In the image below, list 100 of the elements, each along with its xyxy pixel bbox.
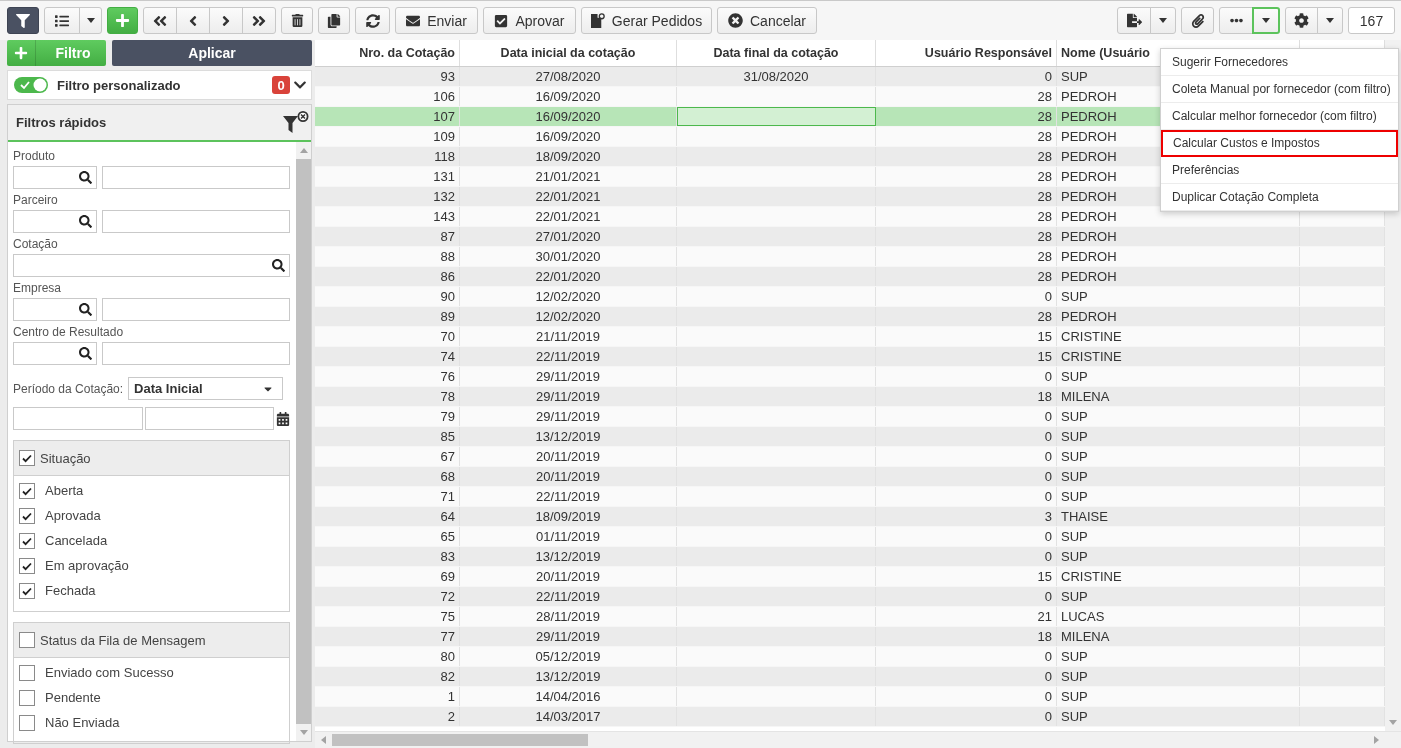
menu-item[interactable]: Calcular Custos e Impostos — [1161, 130, 1398, 157]
column-header[interactable]: Data final da cotação — [677, 40, 876, 66]
table-row[interactable]: 72 22/11/2019 0 SUP — [315, 587, 1385, 607]
focused-cell[interactable] — [677, 107, 876, 126]
toolbar-button[interactable]: Cancelar — [717, 7, 817, 34]
menu-item[interactable]: Preferências — [1161, 157, 1398, 184]
column-header[interactable]: Nro. da Cotação — [315, 40, 460, 66]
table-row[interactable]: 69 20/11/2019 15 CRISTINE — [315, 567, 1385, 587]
input-field[interactable] — [102, 210, 290, 233]
date-field[interactable] — [13, 407, 143, 430]
export-button[interactable] — [1117, 7, 1151, 34]
table-row[interactable]: 77 29/11/2019 18 MILENA — [315, 627, 1385, 647]
date-field[interactable] — [145, 407, 274, 430]
checkbox[interactable] — [19, 450, 35, 466]
search-icon[interactable] — [272, 259, 285, 272]
search-icon[interactable] — [79, 171, 92, 184]
lookup-field[interactable] — [13, 210, 97, 233]
table-row[interactable]: 74 22/11/2019 15 CRISTINE — [315, 347, 1385, 367]
table-row[interactable]: 90 12/02/2020 0 SUP — [315, 287, 1385, 307]
table-row[interactable]: 88 30/01/2020 28 PEDROH — [315, 247, 1385, 267]
checkbox[interactable] — [19, 507, 35, 524]
table-row[interactable]: 80 05/12/2019 0 SUP — [315, 647, 1385, 667]
search-icon[interactable] — [79, 347, 92, 360]
table-cell: 107 — [315, 107, 460, 126]
table-cell: 01/11/2019 — [460, 527, 677, 546]
table-row[interactable]: 68 20/11/2019 0 SUP — [315, 467, 1385, 487]
checkbox[interactable] — [19, 482, 35, 499]
table-row[interactable]: 83 13/12/2019 0 SUP — [315, 547, 1385, 567]
table-cell: 13/12/2019 — [460, 427, 677, 446]
delete-button[interactable] — [281, 7, 313, 34]
table-row[interactable]: 82 13/12/2019 0 SUP — [315, 667, 1385, 687]
table-cell: 29/11/2019 — [460, 627, 677, 646]
checkbox[interactable] — [19, 714, 35, 731]
calendar-icon[interactable] — [276, 411, 290, 426]
settings-button[interactable] — [1285, 7, 1318, 34]
menu-item[interactable]: Duplicar Cotação Completa — [1161, 184, 1398, 211]
table-cell: 80 — [315, 647, 460, 666]
filter-toggle-button[interactable] — [7, 7, 39, 34]
table-row[interactable]: 86 22/01/2020 28 PEDROH — [315, 267, 1385, 287]
input-field[interactable] — [102, 342, 290, 365]
previous-button[interactable] — [176, 7, 210, 34]
table-row[interactable]: 78 29/11/2019 18 MILENA — [315, 387, 1385, 407]
refresh-button[interactable] — [355, 7, 390, 34]
column-header[interactable]: Usuário Responsável — [876, 40, 1057, 66]
apply-button[interactable]: Aplicar — [112, 40, 312, 66]
input-field[interactable] — [102, 166, 290, 189]
horizontal-scrollbar[interactable] — [315, 731, 1401, 748]
checkbox[interactable] — [19, 582, 35, 599]
menu-item[interactable]: Coleta Manual por fornecedor (com filtro) — [1161, 76, 1398, 103]
checkbox[interactable] — [19, 532, 35, 549]
lookup-field[interactable] — [13, 298, 97, 321]
menu-item[interactable]: Sugerir Fornecedores — [1161, 49, 1398, 76]
search-icon[interactable] — [79, 303, 92, 316]
checkbox[interactable] — [19, 632, 35, 648]
table-row[interactable]: 71 22/11/2019 0 SUP — [315, 487, 1385, 507]
add-button[interactable] — [107, 7, 138, 34]
table-row[interactable]: 85 13/12/2019 0 SUP — [315, 427, 1385, 447]
last-page-button[interactable] — [242, 7, 276, 34]
table-row[interactable]: 143 22/01/2021 28 PEDROH — [315, 207, 1385, 227]
table-row[interactable]: 65 01/11/2019 0 SUP — [315, 527, 1385, 547]
checkbox[interactable] — [19, 689, 35, 706]
lookup-field[interactable] — [13, 342, 97, 365]
toolbar-button[interactable]: Enviar — [395, 7, 478, 34]
table-row[interactable]: 64 18/09/2019 3 THAISE — [315, 507, 1385, 527]
more-button[interactable] — [1219, 7, 1253, 34]
table-row[interactable]: 67 20/11/2019 0 SUP — [315, 447, 1385, 467]
search-field[interactable] — [13, 254, 290, 277]
column-header[interactable]: Data inicial da cotação — [460, 40, 677, 66]
next-button[interactable] — [209, 7, 243, 34]
toggle-switch[interactable] — [14, 77, 48, 93]
column-header[interactable]: Nome (Usuário — [1061, 40, 1150, 66]
attach-button[interactable] — [1181, 7, 1214, 34]
table-row[interactable]: 2 14/03/2017 0 SUP — [315, 707, 1385, 727]
checkbox[interactable] — [19, 664, 35, 681]
table-row[interactable]: 1 14/04/2016 0 SUP — [315, 687, 1385, 707]
menu-item[interactable]: Calcular melhor fornecedor (com filtro) — [1161, 103, 1398, 130]
table-row[interactable]: 89 12/02/2020 28 PEDROH — [315, 307, 1385, 327]
scrollbar-thumb[interactable] — [332, 734, 588, 746]
toolbar-button[interactable]: Aprovar — [483, 7, 576, 34]
table-row[interactable]: 75 28/11/2019 21 LUCAS — [315, 607, 1385, 627]
lookup-field[interactable] — [13, 166, 97, 189]
table-cell: 27/01/2020 — [460, 227, 677, 246]
table-row[interactable]: 87 27/01/2020 28 PEDROH — [315, 227, 1385, 247]
dropdown-button[interactable] — [1317, 7, 1343, 34]
copy-button[interactable] — [318, 7, 350, 34]
filter-clear-icon[interactable] — [283, 110, 309, 135]
toolbar-button[interactable]: Gerar Pedidos — [581, 7, 712, 34]
input-field[interactable] — [102, 298, 290, 321]
more-dropdown-button[interactable] — [1252, 7, 1280, 34]
table-row[interactable]: 70 21/11/2019 15 CRISTINE — [315, 327, 1385, 347]
dropdown-button[interactable] — [1150, 7, 1176, 34]
table-cell: 0 — [876, 367, 1057, 386]
list-view-button[interactable] — [44, 7, 80, 34]
search-icon[interactable] — [79, 215, 92, 228]
dropdown-button[interactable] — [79, 7, 102, 34]
period-select[interactable]: Data Inicial — [128, 377, 284, 400]
checkbox[interactable] — [19, 557, 35, 574]
table-row[interactable]: 76 29/11/2019 0 SUP — [315, 367, 1385, 387]
table-row[interactable]: 79 29/11/2019 0 SUP — [315, 407, 1385, 427]
first-page-button[interactable] — [143, 7, 177, 34]
